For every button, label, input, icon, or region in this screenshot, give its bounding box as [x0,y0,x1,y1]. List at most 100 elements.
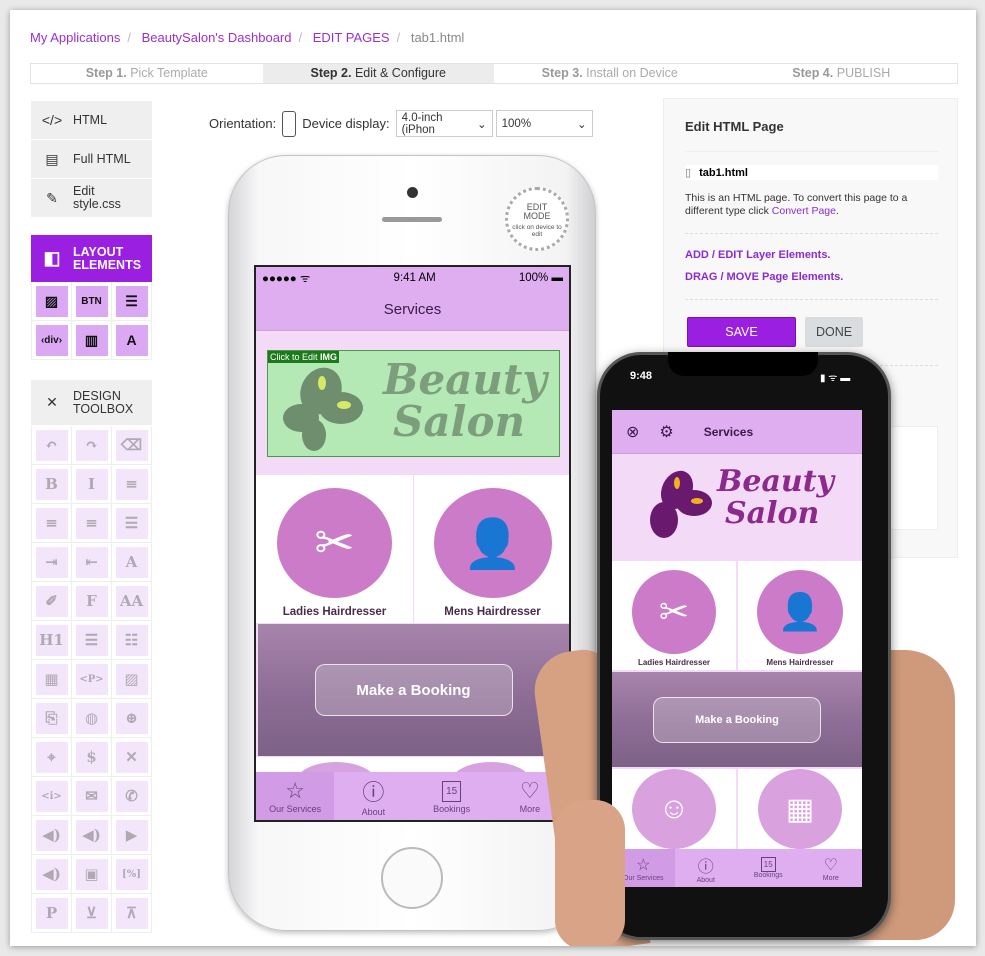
tool-highlight[interactable]: ✐ [32,582,72,621]
tool-add-link[interactable]: ⊕ [112,699,152,738]
man-scissors-icon: 👤 [433,488,552,598]
tool-info[interactable]: <i> [32,777,72,816]
breadcrumb-my-applications[interactable]: My Applications [30,30,120,45]
convert-page-link[interactable]: Convert Page [772,205,836,217]
breadcrumb-dashboard[interactable]: BeautySalon's Dashboard [142,30,292,45]
tool-remove-link[interactable]: ✕ [112,738,152,777]
step-1[interactable]: Step 1. Pick Template [31,64,263,83]
save-button[interactable]: SAVE [687,317,796,347]
layout-elements-header[interactable]: ◧ LAYOUT ELEMENTS [31,235,152,282]
outdent-icon: ⇤ [75,546,108,578]
tool-paypal[interactable]: P [32,894,72,933]
panel-description: This is an HTML page. To convert this pa… [685,192,908,217]
tool-italic[interactable]: I [72,465,112,504]
tool-undo[interactable]: ↶ [32,426,72,465]
breadcrumb-current: tab1.html [410,30,465,45]
tool-eraser[interactable]: ⌫ [112,426,152,465]
tool-outdent[interactable]: ⇤ [72,543,112,582]
tool-bullet-list[interactable]: ☰ [72,621,112,660]
tool-numbered-list[interactable]: ☷ [112,621,152,660]
tool-cart-add[interactable]: ⊻ [72,894,112,933]
tool-heading[interactable]: H1 [32,621,72,660]
service-mens[interactable]: 👤 Mens Hairdresser [414,475,569,623]
tool-redo[interactable]: ↷ [72,426,112,465]
home-button[interactable] [381,847,443,909]
step-3[interactable]: Step 3. Install on Device [494,64,726,83]
tool-columns[interactable]: ▥ [72,321,112,360]
edit-mode-badge: EDIT MODE click on device to edit [505,187,569,251]
device-preview[interactable]: EDIT MODE click on device to edit ●●●●● … [228,155,596,931]
step-4[interactable]: Step 4. PUBLISH [726,64,958,83]
tool-list[interactable]: ☰ [112,282,152,321]
tool-image[interactable]: ▨ [32,282,72,321]
tool-indent[interactable]: ⇥ [32,543,72,582]
tool-page-link[interactable]: ⎘ [32,699,72,738]
tab-bookings[interactable]: 15 Bookings [413,772,491,820]
tool-bold[interactable]: B [32,465,72,504]
tool-font[interactable]: F [72,582,112,621]
email-link-icon: ✉ [75,780,108,812]
app-screen: ●●●●● ᯤ 9:41 AM 100% ▬ Services Click to E… [254,265,571,822]
cart-upload-icon: ⊼ [115,897,148,929]
breadcrumb-edit-pages[interactable]: EDIT PAGES [313,30,390,45]
eraser-icon: ⌫ [115,429,148,461]
tool-web-link[interactable]: ◍ [72,699,112,738]
font-icon: F [75,585,108,617]
tool-email-link[interactable]: ✉ [72,777,112,816]
tool-text[interactable]: A [112,321,152,360]
zoom-select[interactable]: 100% ⌄ [495,110,593,137]
tool-font-size[interactable]: AA [112,582,152,621]
app-screen-photo: ⊗ ⚙ Services Beauty Salon ✂ Ladies Hairdress… [612,410,862,887]
tool-video[interactable]: ▣ [72,855,112,894]
drag-move-link[interactable]: DRAG / MOVE Page Elements. [685,271,843,283]
tool-align-center[interactable]: ≡ [32,504,72,543]
done-button[interactable]: DONE [805,317,863,347]
tool-font-color[interactable]: A [112,543,152,582]
service-ladies[interactable]: ✂ Ladies Hairdresser [256,475,413,623]
tool-audio-link[interactable]: ◀) [72,816,112,855]
design-toolbox-header[interactable]: ✕ DESIGN TOOLBOX [31,380,152,425]
butterfly-logo-icon [283,367,363,451]
tool-wav[interactable]: ◀) [32,855,72,894]
tool-phone-link[interactable]: ✆ [112,777,152,816]
highlight-icon: ✐ [35,585,68,617]
tool-cart-upload[interactable]: ⊼ [112,894,152,933]
banner-image[interactable]: Click to Edit IMG Beauty Salon [267,350,560,457]
undo-icon: ↶ [35,429,68,461]
heading-icon: H1 [35,624,68,656]
tab-about[interactable]: ⓘ About [334,772,412,820]
tool-mp3[interactable]: ◀) [32,816,72,855]
tool-percent[interactable]: [%] [112,855,152,894]
tool-div[interactable]: ‹div› [32,321,72,360]
portrait-orientation-icon[interactable] [282,110,297,137]
justify-icon: ☰ [115,507,148,539]
logo-text: Beauty Salon [717,464,834,531]
tool-button[interactable]: BTN [72,282,112,321]
device-display-select[interactable]: 4.0-inch (iPhon ⌄ [395,110,493,137]
bold-icon: B [35,468,68,500]
tool-table[interactable]: ▦ [32,660,72,699]
tool-payment-link[interactable]: $ [72,738,112,777]
edit-css-button[interactable]: ✎ Edit style.css [31,179,152,217]
app-title: Services [256,289,569,331]
tool-justify[interactable]: ☰ [112,504,152,543]
full-html-button[interactable]: ▤ Full HTML [31,140,152,178]
tab-our-services[interactable]: ☆ Our Services [256,772,335,820]
make-booking-button[interactable]: Make a Booking [314,664,513,716]
scissors-comb-icon: ✂ [277,488,392,598]
tool-youtube[interactable]: ▶ [112,816,152,855]
tool-paragraph[interactable]: <P> [72,660,112,699]
tool-map-link[interactable]: ⌖ [32,738,72,777]
tool-align-left[interactable]: ≡ [112,465,152,504]
step-2[interactable]: Step 2. Edit & Configure [262,64,494,83]
page-link-icon: ⎘ [35,702,68,734]
html-button[interactable]: </> HTML [31,101,152,139]
tool-align-right[interactable]: ≡ [72,504,112,543]
paypal-icon: P [35,897,68,929]
add-edit-layer-link[interactable]: ADD / EDIT Layer Elements. [685,249,831,261]
info-icon: <i> [35,780,68,812]
app-tab-bar: ☆ Our Services ⓘ About 15 Bookings ♡ More [256,772,569,820]
text-icon: A [115,324,148,356]
chevron-down-icon: ⌄ [477,118,487,131]
tool-image[interactable]: ▨ [112,660,152,699]
